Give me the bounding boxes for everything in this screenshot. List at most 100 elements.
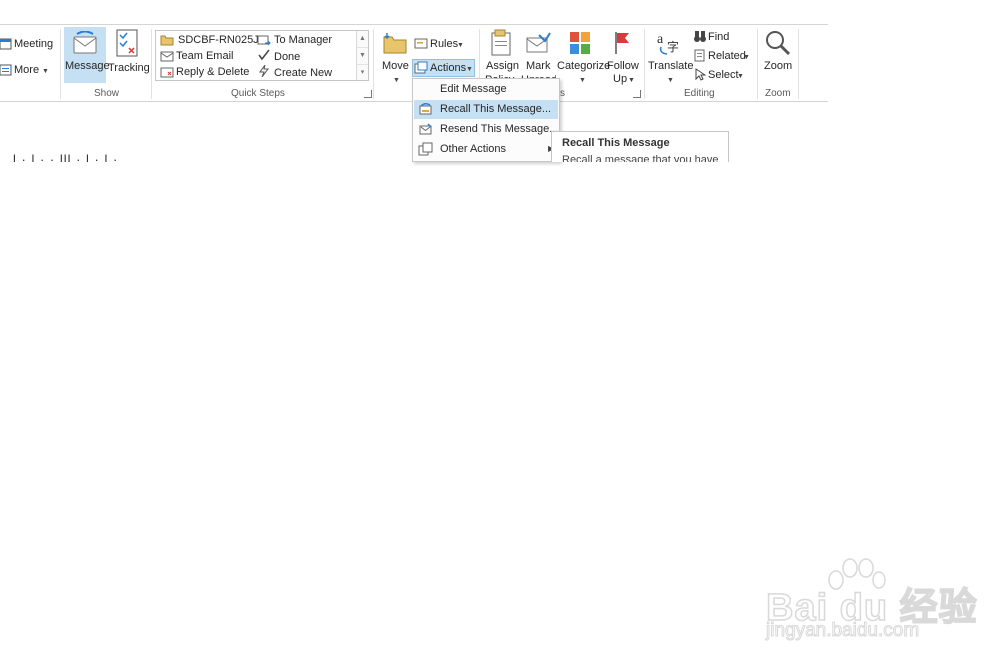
actions-label: Actions [430, 62, 467, 74]
move-label: Move [382, 60, 409, 72]
mark-unread-icon [526, 32, 551, 53]
zoom-button[interactable]: Zoom [760, 27, 796, 85]
zoom-group-label: Zoom [765, 88, 791, 99]
lightning-icon [259, 65, 269, 77]
recall-icon [419, 102, 432, 115]
menu-item-other-actions[interactable]: Other Actions ▶ [414, 140, 558, 159]
group-divider [373, 29, 374, 99]
actions-dropdown-menu: Edit Message Recall This Message... Rese… [412, 78, 560, 162]
more-button[interactable]: More ▼ [0, 61, 58, 79]
baidu-watermark: Bai du 经验 jingyan.baidu.com [765, 558, 977, 648]
recall-tooltip: Recall This Message Recall a message tha… [551, 131, 729, 162]
categorize-label: Categorize [557, 60, 611, 72]
quick-step-item[interactable]: SDCBF-RN025J... [158, 33, 268, 48]
flag-icon [615, 32, 629, 54]
categorize-button[interactable]: Categorize ▼ [556, 27, 610, 85]
quick-steps-group-label: Quick Steps [231, 88, 285, 99]
quick-steps-launcher-icon[interactable] [364, 90, 372, 98]
translate-button[interactable]: a 字 Translate ▼ [647, 27, 694, 85]
svg-text:字: 字 [667, 39, 679, 54]
move-button[interactable]: Move ▼ [378, 27, 412, 85]
move-folder-icon [383, 33, 407, 54]
quick-step-label: Reply & Delete [176, 66, 250, 78]
watermark-url: jingyan.baidu.com [765, 620, 920, 642]
quick-step-item[interactable]: Team Email [158, 49, 256, 64]
related-icon [694, 49, 705, 62]
quick-steps-gallery: SDCBF-RN025J... Team Email Reply & Delet… [155, 30, 369, 81]
actions-icon [414, 61, 428, 74]
menu-item-resend-message[interactable]: Resend This Message... [414, 120, 558, 139]
editing-group-label: Editing [684, 88, 715, 99]
scroll-down-icon[interactable]: ▼ [357, 48, 368, 65]
up-label: Up [613, 73, 628, 85]
folder-icon [160, 35, 174, 46]
zoom-label: Zoom [764, 60, 793, 72]
mark-unread-button[interactable]: Mark Unread [520, 27, 556, 85]
svg-text:a: a [657, 32, 664, 47]
group-divider [151, 29, 152, 99]
follow-up-button[interactable]: Follow Up ▼ [605, 27, 639, 85]
more-icon [0, 64, 12, 76]
chevron-down-icon: ▼ [628, 77, 635, 84]
tracking-icon [116, 29, 138, 57]
tracking-button[interactable]: Tracking [107, 27, 150, 83]
related-button[interactable]: Related ▼ [692, 48, 754, 65]
quick-step-item[interactable]: Done [257, 49, 355, 64]
chevron-down-icon: ▼ [667, 77, 674, 84]
chevron-down-icon: ▼ [42, 68, 49, 75]
translate-icon: a 字 [657, 32, 679, 55]
tags-group-label: s [560, 88, 565, 99]
group-divider [60, 29, 61, 99]
show-group-label: Show [94, 88, 120, 99]
expand-gallery-icon[interactable]: ▾ [357, 65, 368, 81]
chevron-down-icon: ▼ [393, 77, 400, 84]
quick-step-item[interactable]: Reply & Delete [158, 65, 256, 80]
binoculars-icon [694, 31, 706, 42]
chevron-down-icon: ▼ [466, 66, 473, 73]
tracking-label: Tracking [108, 62, 150, 74]
translate-label: Translate [648, 60, 694, 72]
tooltip-title: Recall This Message [562, 137, 670, 149]
rules-label: Rules [430, 38, 459, 50]
tooltip-description: Recall a message that you have [562, 154, 719, 162]
mark-label: Mark [526, 60, 551, 72]
quick-step-label: SDCBF-RN025J... [178, 34, 268, 46]
meeting-label: Meeting [14, 38, 54, 50]
rules-icon [414, 38, 428, 49]
resend-icon [419, 123, 432, 135]
quick-step-label: To Manager [274, 34, 333, 46]
meeting-icon [0, 38, 12, 50]
actions-button[interactable]: Actions ▼ [412, 59, 475, 77]
meeting-button[interactable]: Meeting [0, 35, 58, 53]
menu-item-label: Recall This Message... [440, 103, 552, 115]
menu-item-edit-message[interactable]: Edit Message [414, 80, 558, 99]
find-button[interactable]: Find [692, 29, 754, 46]
assign-policy-button[interactable]: Assign Policy [482, 27, 520, 85]
quick-step-label: Done [274, 51, 301, 63]
message-body-text: l · l · · lll · l · l · [13, 152, 119, 162]
select-button[interactable]: Select ▼ [692, 67, 754, 84]
other-actions-icon [418, 142, 433, 156]
categorize-icon [570, 32, 590, 54]
group-divider [644, 29, 645, 99]
related-label: Related [708, 50, 746, 62]
quick-step-label: Create New [274, 67, 333, 79]
group-divider [798, 29, 799, 99]
forward-manager-icon [257, 35, 271, 46]
quick-steps-scrollbar[interactable]: ▲ ▼ ▾ [356, 31, 368, 80]
tags-launcher-icon[interactable] [633, 90, 641, 98]
menu-item-label: Resend This Message... [440, 123, 559, 135]
message-label: Message [65, 60, 110, 72]
scroll-up-icon[interactable]: ▲ [357, 31, 368, 48]
follow-label: Follow [607, 60, 639, 72]
assign-label: Assign [486, 60, 520, 72]
more-label: More [14, 64, 40, 76]
message-button[interactable]: Message [64, 27, 110, 83]
rules-button[interactable]: Rules ▼ [413, 35, 473, 53]
quick-step-item[interactable]: Create New [257, 65, 355, 80]
menu-item-recall-message[interactable]: Recall This Message... [414, 100, 558, 119]
group-divider [757, 29, 758, 99]
checkmark-icon [258, 49, 270, 61]
quick-step-item[interactable]: To Manager [257, 33, 355, 48]
magnifier-icon [766, 31, 791, 56]
